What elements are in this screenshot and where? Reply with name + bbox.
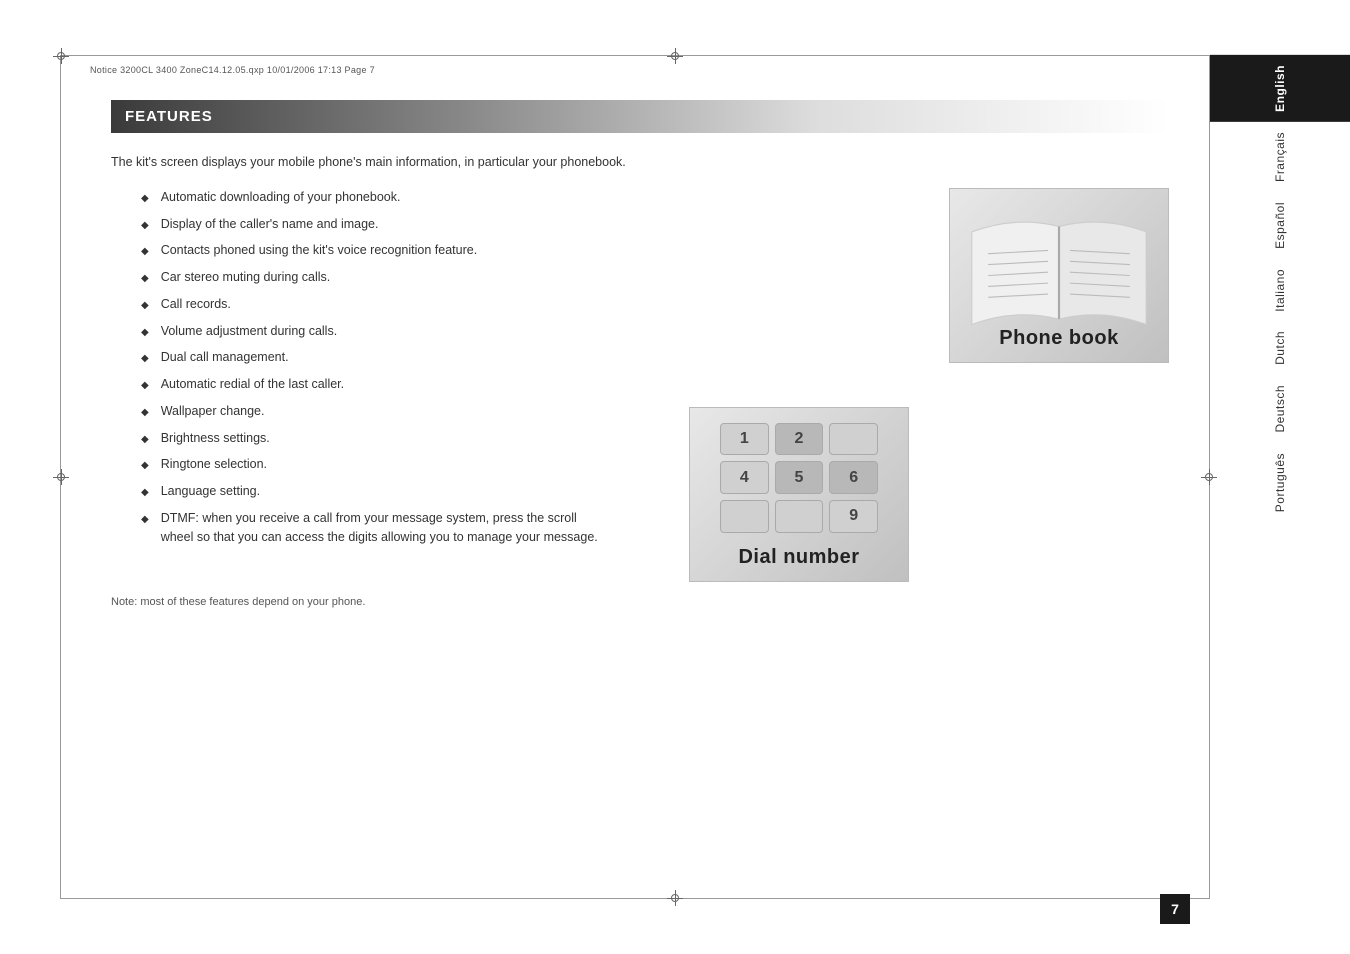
bullet-item-5: ◆ Call records. <box>111 295 909 314</box>
bullet-text-6: Volume adjustment during calls. <box>161 322 337 341</box>
phonebook-label: Phone book <box>999 327 1118 350</box>
key-8 <box>775 500 824 533</box>
lang-tab-francais[interactable]: Français <box>1210 122 1350 192</box>
bullet-text-9: Wallpaper change. <box>161 402 265 421</box>
bullet-item-3: ◆ Contacts phoned using the kit's voice … <box>111 241 909 260</box>
bullet-icon-11: ◆ <box>141 458 149 473</box>
lang-tab-portugues[interactable]: Português <box>1210 443 1350 522</box>
bullet-text-11: Ringtone selection. <box>161 455 267 474</box>
main-content: FEATURES The kit's screen displays your … <box>61 55 1209 898</box>
bullet-icon-12: ◆ <box>141 485 149 500</box>
bullet-text-5: Call records. <box>161 295 231 314</box>
bullet-text-7: Dual call management. <box>161 348 289 367</box>
bullet-icon-1: ◆ <box>141 191 149 206</box>
phonebook-image: Phone book <box>949 188 1169 363</box>
bullet-text-4: Car stereo muting during calls. <box>161 268 331 287</box>
bullet-item-11: ◆ Ringtone selection. <box>111 455 669 474</box>
lang-tab-english[interactable]: English <box>1210 55 1350 122</box>
bullet-icon-8: ◆ <box>141 378 149 393</box>
key-5: 5 <box>775 461 824 494</box>
bullet-icon-5: ◆ <box>141 298 149 313</box>
lang-tab-italiano[interactable]: Italiano <box>1210 259 1350 322</box>
intro-text: The kit's screen displays your mobile ph… <box>111 153 1169 172</box>
bullet-text-12: Language setting. <box>161 482 260 501</box>
images-column: Phone book <box>929 188 1169 608</box>
bullet-icon-9: ◆ <box>141 405 149 420</box>
bullet-item-13: ◆ DTMF: when you receive a call from you… <box>111 509 669 547</box>
content-layout: ◆ Automatic downloading of your phoneboo… <box>111 188 1169 608</box>
bullet-text-13: DTMF: when you receive a call from your … <box>161 509 611 547</box>
bullet-icon-4: ◆ <box>141 271 149 286</box>
key-4: 4 <box>720 461 769 494</box>
bullet-item-6: ◆ Volume adjustment during calls. <box>111 322 909 341</box>
bullet-item-10: ◆ Brightness settings. <box>111 429 669 448</box>
dialnumber-label: Dial number <box>738 546 859 569</box>
bullet-item-2: ◆ Display of the caller's name and image… <box>111 215 909 234</box>
bullet-icon-10: ◆ <box>141 432 149 447</box>
bullet-item-8: ◆ Automatic redial of the last caller. <box>111 375 909 394</box>
bullet-item-7: ◆ Dual call management. <box>111 348 909 367</box>
features-title: FEATURES <box>125 108 213 125</box>
key-9: 9 <box>829 500 878 533</box>
bullet-text-3: Contacts phoned using the kit's voice re… <box>161 241 477 260</box>
bullet-icon-13: ◆ <box>141 512 149 527</box>
bullet-item-1: ◆ Automatic downloading of your phoneboo… <box>111 188 909 207</box>
bullet-text-8: Automatic redial of the last caller. <box>161 375 344 394</box>
key-1: 1 <box>720 423 769 456</box>
bullet-icon-6: ◆ <box>141 325 149 340</box>
bullet-item-4: ◆ Car stereo muting during calls. <box>111 268 909 287</box>
bullets-column: ◆ Automatic downloading of your phoneboo… <box>111 188 909 608</box>
features-bar: FEATURES <box>111 100 1169 133</box>
key-7 <box>720 500 769 533</box>
key-3 <box>829 423 878 456</box>
bullet-text-2: Display of the caller's name and image. <box>161 215 379 234</box>
lang-tab-espanol[interactable]: Español <box>1210 192 1350 259</box>
keypad-grid: 1 2 4 5 6 9 <box>720 423 878 533</box>
bullet-item-9: ◆ Wallpaper change. <box>111 402 669 421</box>
note-text: Note: most of these features depend on y… <box>111 596 909 608</box>
lang-tab-deutsch[interactable]: Deutsch <box>1210 375 1350 443</box>
bullet-icon-7: ◆ <box>141 351 149 366</box>
lang-tab-dutch[interactable]: Dutch <box>1210 321 1350 375</box>
page-number: 7 <box>1160 894 1190 924</box>
bullet-item-12: ◆ Language setting. <box>111 482 669 501</box>
dial-number-image: 1 2 4 5 6 9 Dial number <box>689 407 909 582</box>
key-2: 2 <box>775 423 824 456</box>
bullet-text-10: Brightness settings. <box>161 429 270 448</box>
bullet-text-1: Automatic downloading of your phonebook. <box>161 188 401 207</box>
key-6: 6 <box>829 461 878 494</box>
bullet-icon-3: ◆ <box>141 244 149 259</box>
language-sidebar: English Français Español Italiano Dutch … <box>1210 55 1350 899</box>
page-border-bottom <box>60 898 1210 899</box>
bullet-icon-2: ◆ <box>141 218 149 233</box>
